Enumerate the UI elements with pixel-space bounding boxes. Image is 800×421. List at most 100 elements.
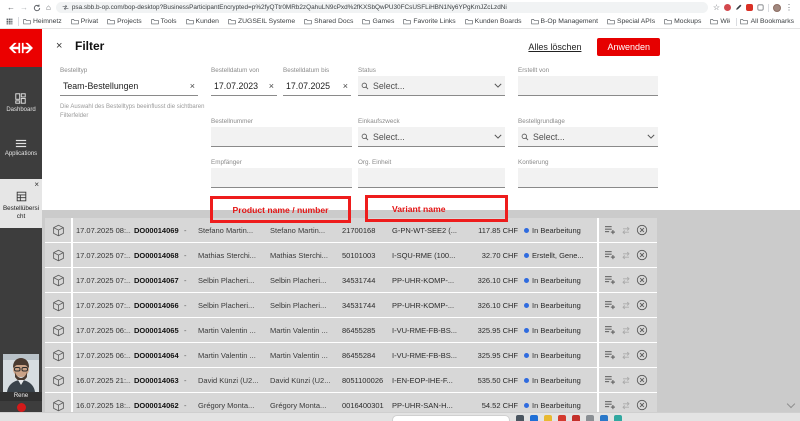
bookmark-item[interactable]: ZUGSEIL Systeme <box>228 18 295 25</box>
taskbar-icon[interactable] <box>530 415 538 421</box>
bestelldatum-bis-input[interactable]: 17.07.2025 × <box>283 76 351 96</box>
bookmark-item[interactable]: Games <box>362 18 394 25</box>
bookmark-item[interactable]: Heimnetz <box>23 18 62 25</box>
cancel-order-icon[interactable] <box>636 224 648 236</box>
taskbar-icon[interactable] <box>614 415 622 421</box>
table-row[interactable]: 17.07.2025 07:... DO00014066 - Selbin Pl… <box>45 293 657 317</box>
table-row[interactable]: 17.07.2025 07:... DO00014068 - Mathias S… <box>45 243 657 267</box>
taskbar-icon[interactable] <box>600 415 608 421</box>
site-info-icon[interactable] <box>62 4 69 11</box>
bestelldatum-von-input[interactable]: 17.07.2023 × <box>211 76 277 96</box>
clear-icon[interactable]: × <box>269 81 274 91</box>
extension-icon-2[interactable] <box>746 4 753 11</box>
bookmark-item[interactable]: Special APIs <box>607 18 655 25</box>
reorder-icon[interactable] <box>620 325 632 336</box>
cancel-order-icon[interactable] <box>636 274 648 286</box>
scroll-down-icon[interactable] <box>787 400 795 408</box>
profile-avatar[interactable] <box>773 4 781 12</box>
taskbar-icon[interactable] <box>516 415 524 421</box>
table-row[interactable]: 17.07.2025 06:... DO00014065 - Martin Va… <box>45 318 657 342</box>
add-to-list-icon[interactable] <box>604 350 616 360</box>
add-to-list-icon[interactable] <box>604 300 616 310</box>
clear-icon[interactable]: × <box>190 81 195 91</box>
apps-grid-icon[interactable] <box>6 18 13 25</box>
chrome-menu-icon[interactable]: ⋮ <box>785 4 793 12</box>
cancel-order-icon[interactable] <box>636 299 648 311</box>
reorder-icon[interactable] <box>620 350 632 361</box>
cancel-order-icon[interactable] <box>636 399 648 411</box>
reorder-icon[interactable] <box>620 250 632 261</box>
windows-taskbar[interactable] <box>0 412 800 421</box>
add-to-list-icon[interactable] <box>604 225 616 235</box>
extensions-puzzle-icon[interactable] <box>757 4 764 11</box>
bookmark-item[interactable]: Kunden Boards <box>465 18 522 25</box>
all-bookmarks[interactable]: All Bookmarks <box>730 18 794 26</box>
add-to-list-icon[interactable] <box>604 275 616 285</box>
clear-all-button[interactable]: Alles löschen <box>528 42 581 52</box>
empfaenger-input[interactable] <box>211 168 352 188</box>
order-status: Erstellt, Gene... <box>521 243 597 267</box>
bookmark-item[interactable]: Mockups <box>664 18 701 25</box>
home-icon[interactable]: ⌂ <box>46 4 51 12</box>
taskbar-icon[interactable] <box>586 415 594 421</box>
cancel-order-icon[interactable] <box>636 324 648 336</box>
add-to-list-icon[interactable] <box>604 325 616 335</box>
cancel-order-icon[interactable] <box>636 349 648 361</box>
add-to-list-icon[interactable] <box>604 400 616 410</box>
bookmark-item[interactable]: B-Op Management <box>531 18 598 25</box>
reorder-icon[interactable] <box>620 400 632 411</box>
pen-extension-icon[interactable] <box>735 4 742 11</box>
forward-icon[interactable]: → <box>20 4 28 12</box>
address-bar[interactable]: psa.sbb.b-op.com/bop-desktop?BusinessPar… <box>56 2 708 13</box>
kontierung-input[interactable] <box>518 168 658 188</box>
reorder-icon[interactable] <box>620 375 632 386</box>
table-row[interactable]: 16.07.2025 21:... DO00014063 - David Kün… <box>45 368 657 392</box>
add-to-list-icon[interactable] <box>604 375 616 385</box>
sidebar-item-bestelluebersicht[interactable]: × Bestellübersicht <box>0 179 42 228</box>
bookmark-item[interactable]: Tools <box>151 18 177 25</box>
clear-icon[interactable]: × <box>343 81 348 91</box>
status-dot-icon <box>524 353 529 358</box>
taskbar-icon[interactable] <box>558 415 566 421</box>
sidebar-item-applications[interactable]: Applications <box>5 139 37 157</box>
add-to-list-icon[interactable] <box>604 250 616 260</box>
sidebar-item-dashboard[interactable]: Dashboard <box>6 93 35 113</box>
sbb-logo[interactable] <box>0 29 42 67</box>
bestellgrundlage-select[interactable]: Select... <box>518 127 658 147</box>
reorder-icon[interactable] <box>620 225 632 236</box>
cancel-order-icon[interactable] <box>636 374 648 386</box>
back-icon[interactable]: ← <box>7 4 15 12</box>
filter-close-icon[interactable]: × <box>56 40 62 52</box>
table-row[interactable]: 17.07.2025 08:... DO00014069 - Stefano M… <box>45 218 657 242</box>
bookmark-item[interactable]: Projects <box>107 18 142 25</box>
extension-icon[interactable] <box>724 4 731 11</box>
sidebar-user[interactable]: Rene <box>0 354 42 412</box>
taskbar-icon[interactable] <box>572 415 580 421</box>
status-select[interactable]: Select... <box>358 76 505 96</box>
bestelltyp-input[interactable]: Team-Bestellungen × <box>60 76 198 96</box>
table-row[interactable]: 17.07.2025 06:... DO00014064 - Martin Va… <box>45 343 657 367</box>
bookmark-item[interactable]: Kunden <box>186 18 219 25</box>
reorder-icon[interactable] <box>620 300 632 311</box>
einkaufszweck-select[interactable]: Select... <box>358 127 505 147</box>
reload-icon[interactable] <box>33 4 41 12</box>
erstellt-von-input[interactable] <box>518 76 658 96</box>
taskbar-icon[interactable] <box>544 415 552 421</box>
status-dot-icon <box>524 328 529 333</box>
table-row[interactable]: 17.07.2025 07:... DO00014067 - Selbin Pl… <box>45 268 657 292</box>
apply-button[interactable]: Anwenden <box>597 38 660 56</box>
bestellnummer-input[interactable] <box>211 127 352 147</box>
bookmark-item[interactable]: Privat <box>71 18 98 25</box>
close-tab-icon[interactable]: × <box>34 180 39 189</box>
bookmark-star-icon[interactable]: ☆ <box>713 4 720 12</box>
taskbar-search-box[interactable] <box>392 415 510 421</box>
order-date: 16.07.2025 18:... <box>73 393 131 412</box>
table-row[interactable]: 16.07.2025 18:... DO00014062 - Grégory M… <box>45 393 657 412</box>
bookmark-item[interactable]: Wiki Seiten <box>710 18 729 25</box>
user-avatar[interactable] <box>3 354 39 392</box>
bookmark-item[interactable]: Favorite Links <box>403 18 455 25</box>
bookmark-item[interactable]: Shared Docs <box>304 18 353 25</box>
cancel-order-icon[interactable] <box>636 249 648 261</box>
reorder-icon[interactable] <box>620 275 632 286</box>
org-einheit-input[interactable] <box>358 168 505 188</box>
